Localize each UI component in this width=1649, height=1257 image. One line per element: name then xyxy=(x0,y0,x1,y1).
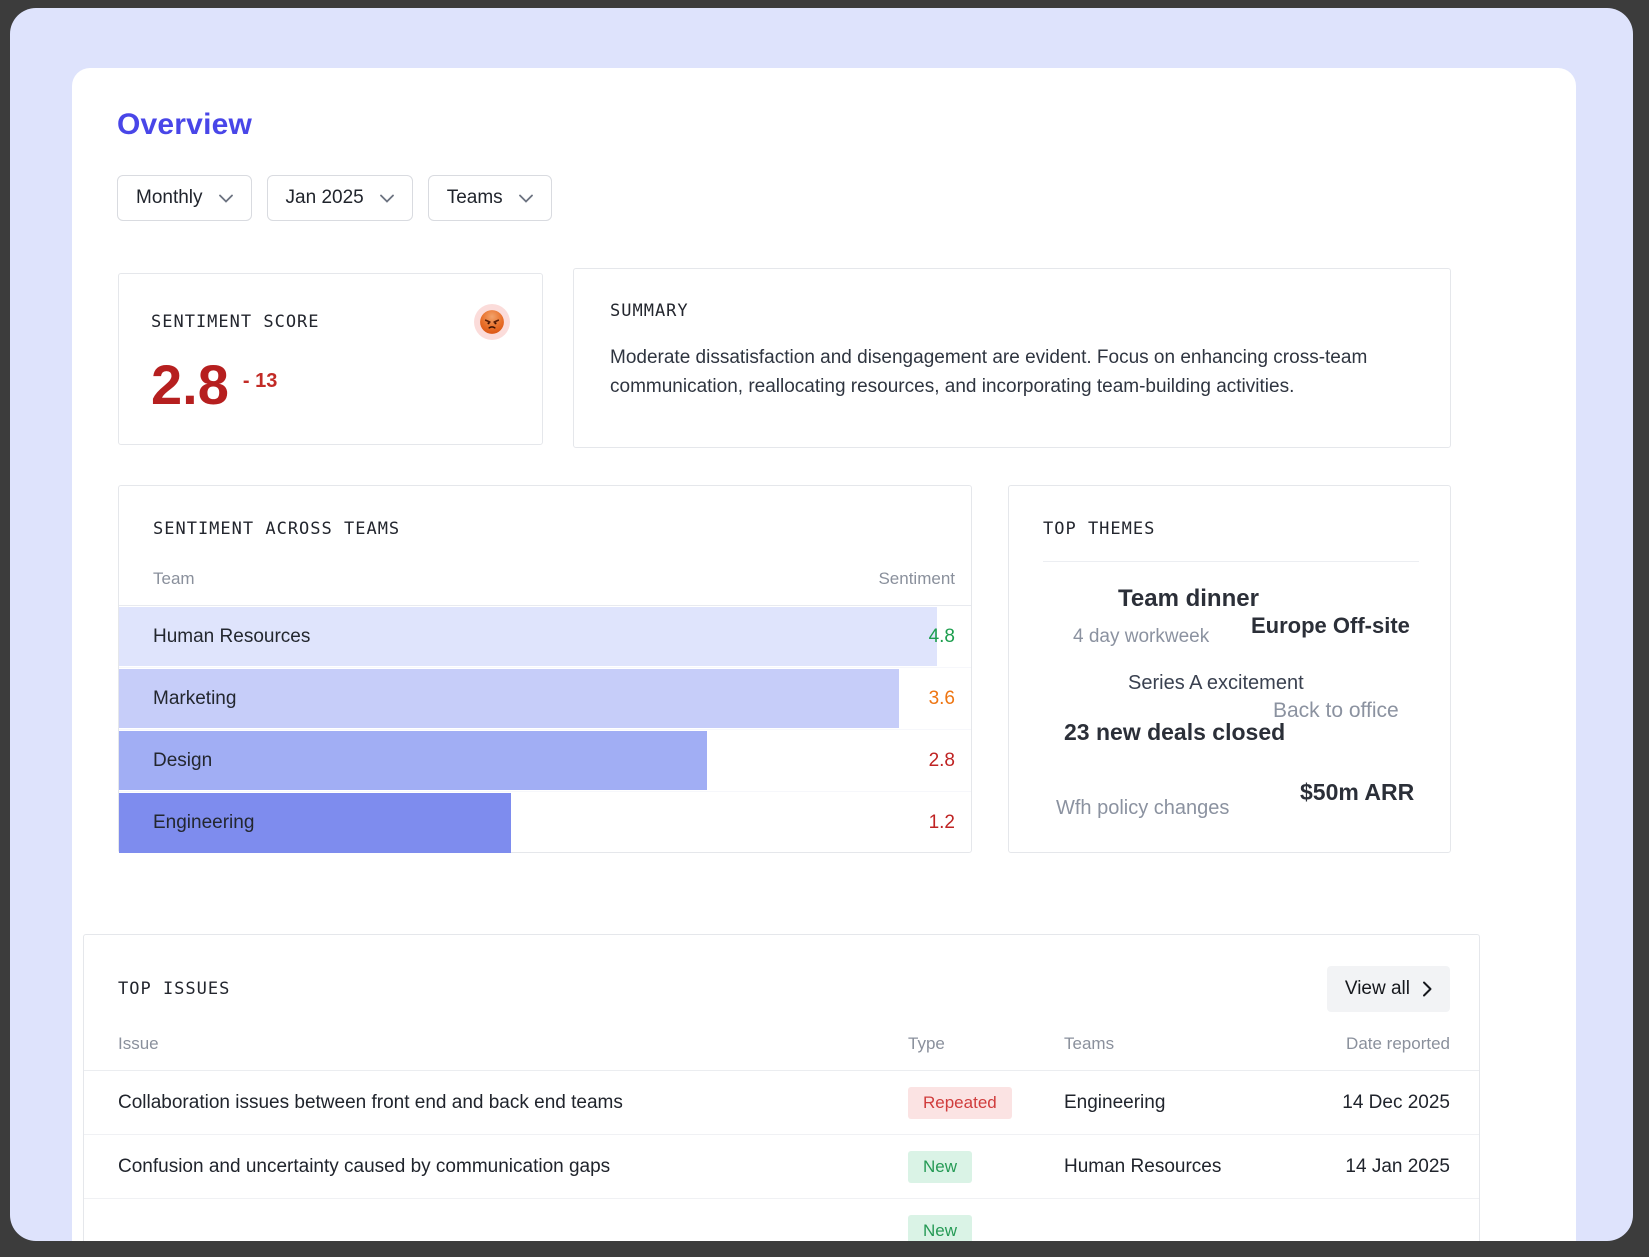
issues-heading: TOP ISSUES xyxy=(118,979,231,999)
summary-card: SUMMARY Moderate dissatisfaction and dis… xyxy=(573,268,1451,448)
filter-bar: Monthly Jan 2025 Teams xyxy=(117,175,552,221)
period-dropdown-label: Monthly xyxy=(136,187,203,208)
teams-dropdown-label: Teams xyxy=(446,187,503,208)
teams-card-heading: SENTIMENT ACROSS TEAMS xyxy=(153,519,401,539)
column-header-sentiment: Sentiment xyxy=(878,569,955,588)
column-header-issue: Issue xyxy=(118,1034,159,1053)
team-row-marketing: Marketing 3.6 xyxy=(119,668,971,730)
top-themes-card: TOP THEMES Team dinner Europe Off-site 4… xyxy=(1008,485,1451,853)
issue-type-badge: New xyxy=(908,1150,973,1183)
team-name: Marketing xyxy=(153,688,237,709)
team-name: Human Resources xyxy=(153,626,311,647)
issue-row[interactable]: New xyxy=(84,1199,1479,1241)
team-row-human-resources: Human Resources 4.8 xyxy=(119,606,971,668)
app-background-panel: Overview Monthly Jan 2025 Teams SENTIMEN… xyxy=(10,8,1633,1241)
issue-date: 14 Dec 2025 xyxy=(1342,1091,1450,1113)
issue-row[interactable]: Confusion and uncertainty caused by comm… xyxy=(84,1135,1479,1199)
divider xyxy=(1043,561,1419,562)
view-all-label: View all xyxy=(1344,978,1410,999)
sentiment-value: 4.8 xyxy=(928,626,955,647)
theme-word: Series A excitement xyxy=(1128,672,1304,694)
issues-table-header: Issue Type Teams Date reported xyxy=(84,1034,1479,1071)
summary-heading: SUMMARY xyxy=(610,301,689,321)
issue-team: Engineering xyxy=(1064,1091,1166,1113)
column-header-teams: Teams xyxy=(1064,1034,1115,1053)
sentiment-value: 2.8 xyxy=(928,750,955,771)
page-title: Overview xyxy=(117,108,253,141)
issue-type-badge: Repeated xyxy=(908,1086,1012,1119)
month-dropdown-label: Jan 2025 xyxy=(285,187,364,208)
issue-row[interactable]: Collaboration issues between front end a… xyxy=(84,1071,1479,1135)
chevron-down-icon xyxy=(218,194,233,203)
theme-word: 23 new deals closed xyxy=(1064,719,1286,745)
summary-text: Moderate dissatisfaction and disengageme… xyxy=(610,347,1368,397)
theme-word: Wfh policy changes xyxy=(1056,797,1230,819)
column-header-date-reported: Date reported xyxy=(1346,1034,1450,1053)
team-name: Design xyxy=(153,750,213,771)
sentiment-value: 1.2 xyxy=(928,812,955,833)
issue-date: 14 Jan 2025 xyxy=(1345,1155,1450,1177)
team-name: Engineering xyxy=(153,812,255,833)
view-all-button[interactable]: View all xyxy=(1326,966,1450,1012)
sentiment-score-heading: SENTIMENT SCORE xyxy=(151,312,320,332)
issue-team: Human Resources xyxy=(1064,1155,1222,1177)
period-dropdown[interactable]: Monthly xyxy=(117,175,252,221)
team-row-engineering: Engineering 1.2 xyxy=(119,792,971,854)
sentiment-value: 3.6 xyxy=(928,688,955,709)
theme-word: Team dinner xyxy=(1118,585,1259,612)
main-container: Overview Monthly Jan 2025 Teams SENTIMEN… xyxy=(72,68,1576,1241)
theme-word: 4 day workweek xyxy=(1073,626,1210,647)
issue-title: Confusion and uncertainty caused by comm… xyxy=(118,1155,611,1177)
theme-word: Back to office xyxy=(1273,699,1399,722)
angry-emoji-badge xyxy=(474,304,510,340)
angry-face-icon xyxy=(480,310,504,334)
theme-word: $50m ARR xyxy=(1300,779,1415,805)
sentiment-score-delta: - 13 xyxy=(242,370,278,392)
month-dropdown[interactable]: Jan 2025 xyxy=(266,175,413,221)
themes-heading: TOP THEMES xyxy=(1043,519,1156,539)
issue-type-badge: New xyxy=(908,1214,973,1241)
sentiment-score-value: 2.8 xyxy=(151,353,229,416)
chevron-right-icon xyxy=(1423,981,1432,997)
issue-title: Collaboration issues between front end a… xyxy=(118,1091,623,1113)
column-header-type: Type xyxy=(908,1034,945,1053)
top-issues-card: TOP ISSUES View all Issue Type Teams Dat… xyxy=(83,934,1480,1241)
team-row-design: Design 2.8 xyxy=(119,730,971,792)
teams-dropdown[interactable]: Teams xyxy=(427,175,552,221)
chevron-down-icon xyxy=(379,194,394,203)
column-header-team: Team xyxy=(153,569,195,588)
sentiment-across-teams-card: SENTIMENT ACROSS TEAMS Team Sentiment Hu… xyxy=(118,485,972,853)
chevron-down-icon xyxy=(518,194,533,203)
sentiment-score-card: SENTIMENT SCORE 2.8 - 13 xyxy=(118,273,543,445)
theme-word: Europe Off-site xyxy=(1251,613,1410,638)
